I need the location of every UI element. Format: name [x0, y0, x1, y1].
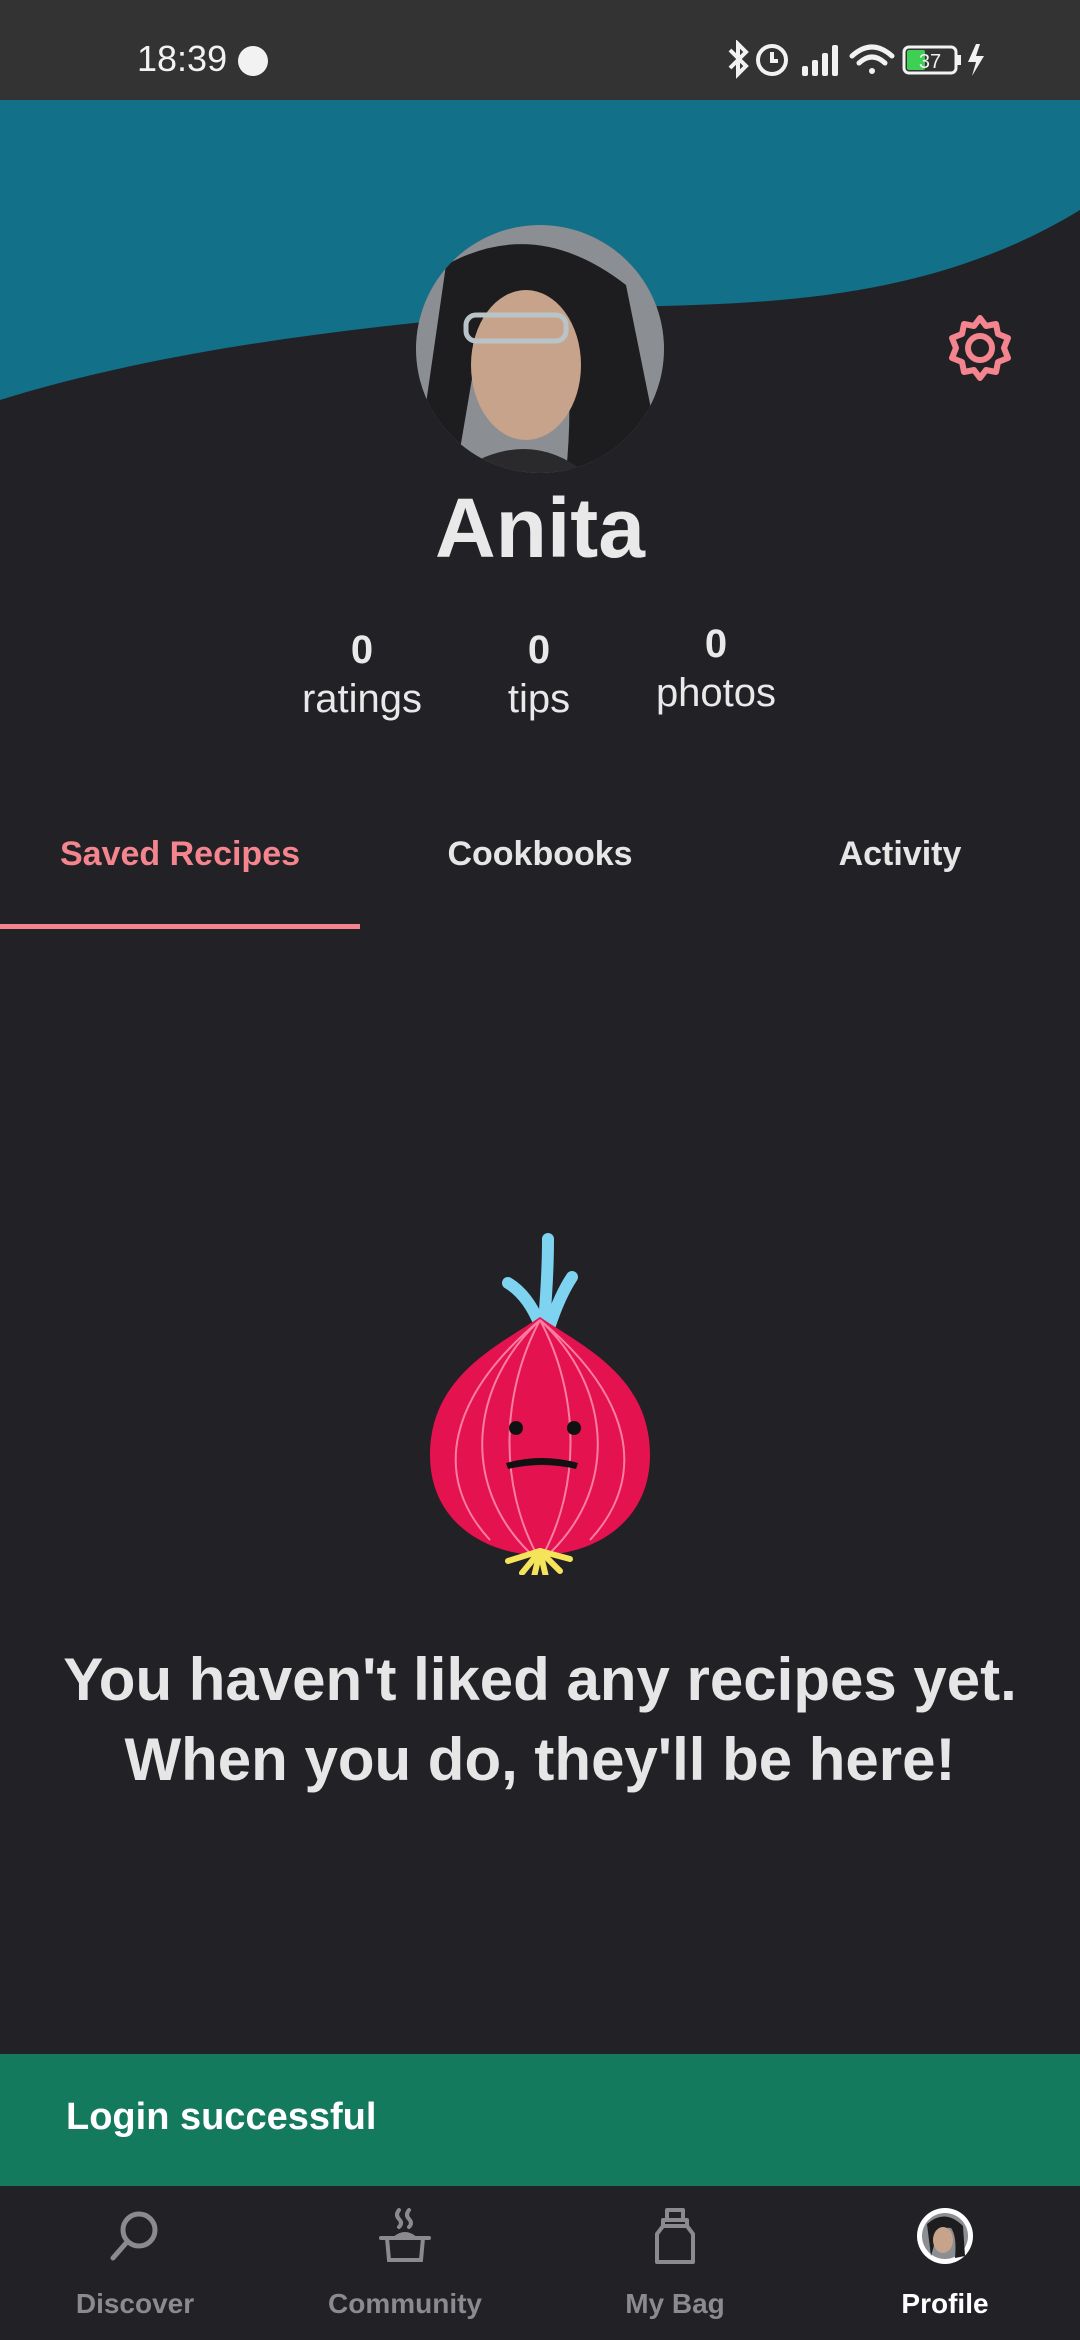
nav-discover[interactable]: Discover: [0, 2186, 270, 2340]
pot-icon: [379, 2208, 431, 2262]
nav-my-bag-label: My Bag: [625, 2288, 725, 2319]
stat-tips[interactable]: 0 tips: [449, 628, 629, 722]
bluetooth-icon: [728, 40, 749, 79]
stat-photos[interactable]: 0 photos: [626, 622, 806, 716]
svg-text:37: 37: [919, 51, 941, 73]
stat-ratings-value: 0: [350, 628, 374, 672]
avatar-icon: [917, 2208, 973, 2264]
nav-profile-label: Profile: [901, 2288, 989, 2319]
nav-my-bag[interactable]: My Bag: [540, 2186, 810, 2340]
profile-avatar: [416, 225, 664, 473]
search-icon: [110, 2211, 158, 2261]
status-time: 18:39: [137, 38, 228, 79]
tab-cookbooks[interactable]: Cookbooks: [360, 835, 720, 874]
bag-icon: [655, 2208, 695, 2264]
notification-app-icon: [238, 46, 268, 76]
stat-photos-label: photos: [655, 671, 777, 715]
toast-login-successful: Login successful: [0, 2054, 1080, 2186]
nav-community-label: Community: [328, 2288, 482, 2319]
bottom-nav: Discover Community My Bag Profile: [0, 2186, 1080, 2340]
stat-photos-value: 0: [704, 622, 728, 666]
onion-illustration: [430, 1233, 650, 1575]
tab-saved-recipes[interactable]: Saved Recipes: [0, 835, 360, 874]
charging-icon: [968, 44, 984, 76]
gear-icon: [949, 315, 1011, 381]
profile-name: Anita: [435, 481, 645, 575]
status-bar: 18:39 37: [0, 0, 1080, 100]
tab-activity[interactable]: Activity: [720, 835, 1080, 874]
signal-icon: [802, 45, 838, 76]
nav-discover-label: Discover: [75, 2288, 195, 2319]
settings-button[interactable]: [944, 312, 1016, 384]
alarm-icon: [756, 44, 788, 76]
stat-ratings-label: ratings: [301, 677, 423, 721]
nav-profile[interactable]: Profile: [810, 2186, 1080, 2340]
wifi-icon: [849, 44, 895, 74]
toast-message: Login successful: [66, 2096, 377, 2138]
stat-tips-label: tips: [507, 677, 571, 721]
status-icons: 37: [724, 40, 1024, 80]
empty-state-message: You haven't liked any recipes yet. When …: [63, 1646, 1017, 1793]
battery-icon: 37: [902, 45, 961, 75]
active-tab-indicator: [0, 924, 360, 929]
nav-community[interactable]: Community: [270, 2186, 540, 2340]
stat-tips-value: 0: [527, 628, 551, 672]
stat-ratings[interactable]: 0 ratings: [272, 628, 452, 722]
